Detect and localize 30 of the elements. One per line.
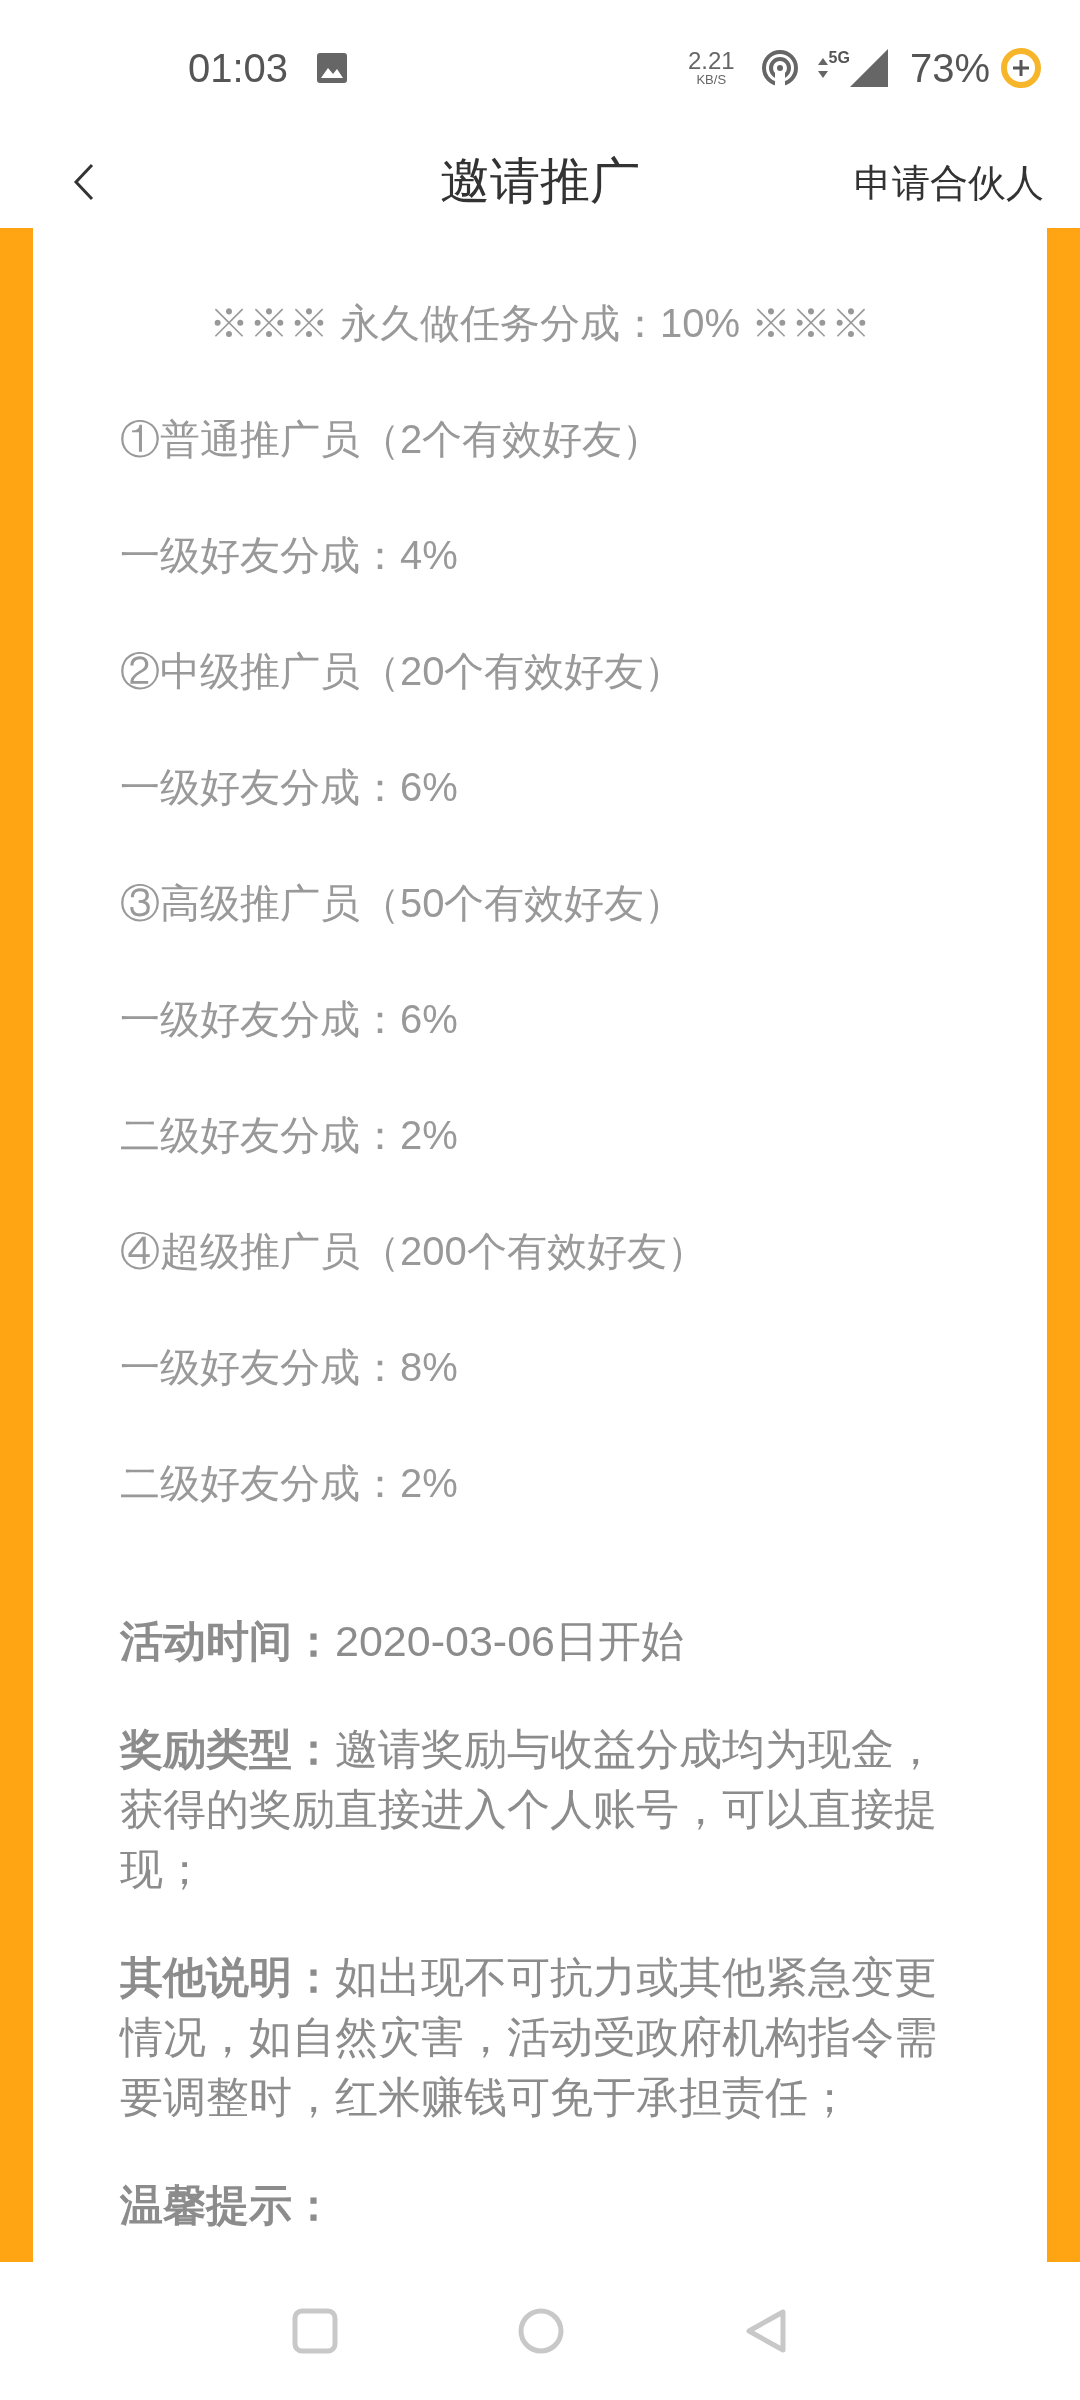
network-speed: 2.21 [687,49,735,73]
back-button[interactable] [744,2308,788,2354]
note-paragraph: 活动时间：2020-03-06日开始 [120,1616,685,1667]
note-paragraph: 奖励类型：邀请奖励与收益分成均为现金，获得的奖励直接进入个人账号，可以直接提现； [120,1724,938,1895]
tier-line: 一级好友分成：8% [120,1344,458,1391]
tier-line: ①普通推广员（2个有效好友） [120,416,663,463]
network-type: 5G [828,48,850,68]
tier-line: ④超级推广员（200个有效好友） [120,1228,707,1275]
tier-line: 二级好友分成：2% [120,1460,458,1507]
home-button[interactable] [518,2308,564,2354]
page-title: 邀请推广 [440,152,640,211]
battery-percent: 73% [909,44,990,92]
tier-line: 一级好友分成：6% [120,996,458,1043]
recent-apps-button[interactable] [292,2308,338,2354]
signal-icon [849,48,888,87]
clock: 01:03 [188,44,289,92]
tier-line: 二级好友分成：2% [120,1112,458,1159]
back-icon[interactable] [72,163,96,201]
hotspot-icon [760,48,799,87]
note-paragraph: 温馨提示： [120,2180,336,2231]
apply-partner-link[interactable]: 申请合伙人 [854,155,1044,212]
speed-unit: KB/S [696,73,727,86]
battery-saver-icon [1000,46,1042,89]
tier-line: 一级好友分成：4% [120,532,458,579]
commission-heading: ※※※ 永久做任务分成：10% ※※※ [207,300,873,347]
tier-line: 一级好友分成：6% [120,764,458,811]
note-paragraph: 其他说明：如出现不可抗力或其他紧急变更情况，如自然灾害，活动受政府机构指令需要调整时，红米赚钱可免于承担责任； [120,1952,938,2123]
image-icon [316,51,349,84]
tier-line: ③高级推广员（50个有效好友） [120,880,685,927]
tier-line: ②中级推广员（20个有效好友） [120,648,685,695]
